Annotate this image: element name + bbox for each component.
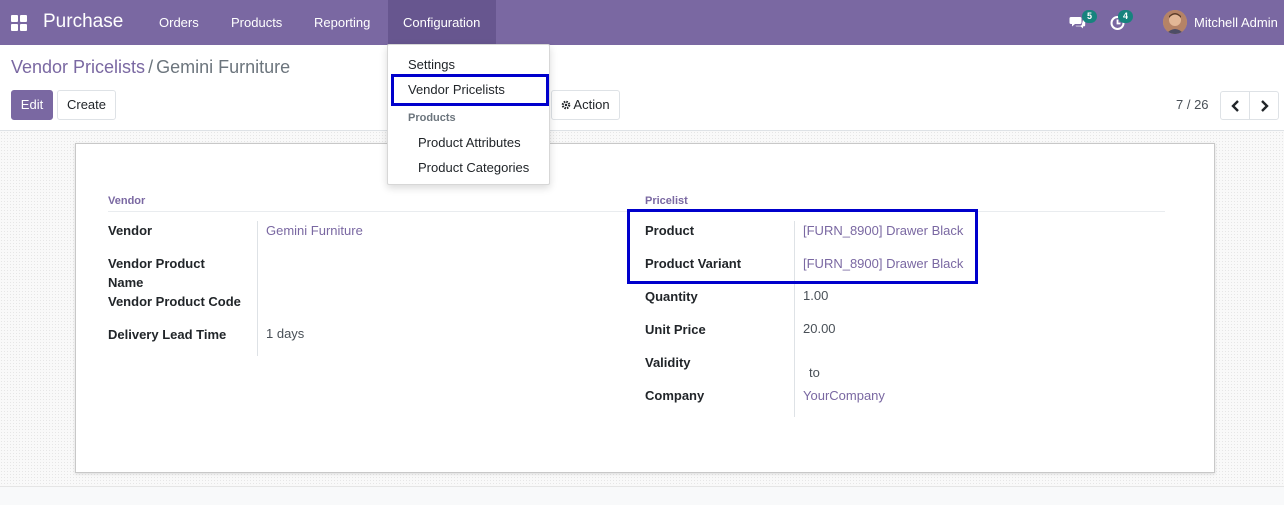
footer-bar: [0, 486, 1284, 505]
breadcrumb-parent[interactable]: Vendor Pricelists: [11, 57, 145, 77]
validity-label: Validity: [645, 355, 691, 370]
messages-badge: 5: [1082, 10, 1097, 23]
vendor-product-code-label: Vendor Product Code: [108, 294, 241, 309]
breadcrumb: Vendor Pricelists / Gemini Furniture: [11, 57, 290, 78]
gear-icon: [561, 100, 571, 110]
pager-value: 7 / 26: [1176, 97, 1209, 112]
vendor-group-divider: [108, 211, 628, 212]
pager-next-button[interactable]: [1249, 91, 1279, 120]
apps-menu-icon[interactable]: [11, 15, 27, 31]
configuration-dropdown: Settings Vendor Pricelists Products Prod…: [387, 44, 550, 185]
form-sheet: Vendor Vendor Gemini Furniture Vendor Pr…: [75, 143, 1215, 473]
quantity-value: 1.00: [803, 288, 829, 303]
menu-orders[interactable]: Orders: [145, 0, 227, 45]
action-button-label: Action: [573, 97, 610, 112]
app-brand[interactable]: Purchase: [43, 11, 123, 33]
vendor-value[interactable]: Gemini Furniture: [266, 223, 363, 238]
quantity-label: Quantity: [645, 289, 698, 304]
create-button[interactable]: Create: [57, 90, 116, 120]
top-navbar: Purchase Orders Products Reporting Confi…: [0, 0, 1284, 45]
chevron-right-icon: [1261, 100, 1269, 112]
dropdown-header-products: Products: [408, 112, 456, 124]
breadcrumb-separator: /: [148, 57, 154, 77]
company-label: Company: [645, 388, 705, 403]
dropdown-item-product-categories[interactable]: Product Categories: [418, 160, 529, 175]
delivery-lead-time-label: Delivery Lead Time: [108, 327, 227, 342]
vendor-product-name-label-line2: Name: [108, 275, 144, 290]
breadcrumb-current: Gemini Furniture: [156, 57, 291, 77]
unit-price-label: Unit Price: [645, 322, 706, 337]
validity-value: to: [809, 365, 820, 380]
user-avatar[interactable]: [1163, 10, 1187, 34]
edit-button[interactable]: Edit: [11, 90, 53, 120]
company-value[interactable]: YourCompany: [803, 388, 885, 403]
activities-badge: 4: [1118, 10, 1133, 23]
delivery-lead-time-value: 1 days: [266, 326, 305, 341]
vendor-group-title: Vendor: [108, 195, 146, 207]
chevron-left-icon: [1231, 100, 1239, 112]
menu-products[interactable]: Products: [216, 0, 300, 45]
vendor-pricelists-highlight: [391, 74, 549, 106]
menu-configuration[interactable]: Configuration: [388, 0, 496, 45]
unit-price-value: 20.00: [803, 321, 836, 336]
vendor-label: Vendor: [108, 223, 153, 238]
pricelist-group-title: Pricelist: [645, 195, 688, 207]
action-button[interactable]: Action: [551, 90, 620, 120]
pager-previous-button[interactable]: [1220, 91, 1250, 120]
user-name[interactable]: Mitchell Admin: [1194, 15, 1278, 30]
product-fields-highlight: [627, 209, 978, 284]
dropdown-item-settings[interactable]: Settings: [408, 57, 455, 72]
menu-reporting[interactable]: Reporting: [300, 0, 387, 45]
dropdown-item-product-attributes[interactable]: Product Attributes: [418, 135, 521, 150]
vendor-group-column-divider: [257, 221, 258, 356]
vendor-product-name-label-line1: Vendor Product: [108, 256, 205, 271]
